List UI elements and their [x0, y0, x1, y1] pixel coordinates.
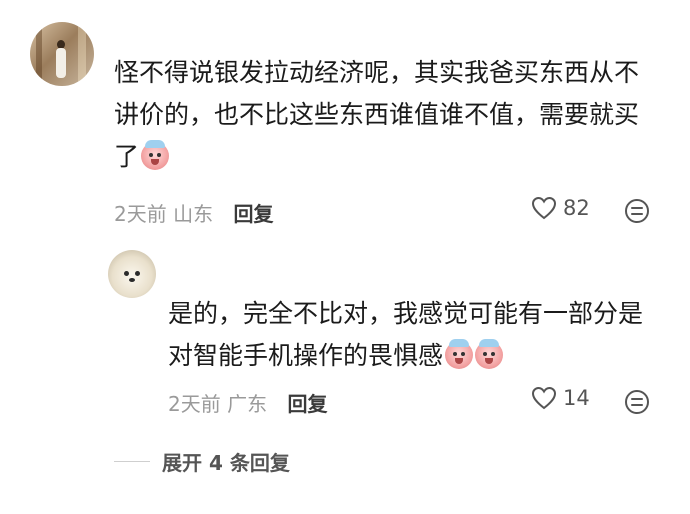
like-button[interactable]: 82 [531, 196, 590, 220]
avatar-photo-detail [129, 278, 135, 282]
divider [114, 461, 150, 462]
reply-location: 广东 [227, 392, 268, 416]
comment-line: 了 [114, 142, 140, 171]
avatar-photo-detail [56, 48, 66, 78]
comment-time: 2天前 [114, 202, 167, 226]
comment-meta: 2天前 山东 回复 [114, 198, 273, 227]
avatar-photo-detail [36, 22, 42, 86]
avatar[interactable] [30, 22, 94, 86]
reply-time: 2天前 [168, 392, 221, 416]
reply-line: 是的，完全不比对，我感觉可能有一部分是 [168, 299, 644, 328]
reply-text: 是的，完全不比对，我感觉可能有一部分是 对智能手机操作的畏惧感 [168, 293, 668, 377]
sweat-baby-emoji-icon [445, 339, 474, 369]
like-count: 82 [563, 196, 590, 220]
expand-replies-button[interactable]: 展开 4 条回复 [114, 447, 290, 476]
reply-like-button[interactable]: 14 [531, 386, 590, 410]
reply-meta: 2天前 广东 回复 [168, 388, 327, 417]
avatar-photo-detail [135, 271, 140, 276]
sweat-baby-emoji-icon [475, 339, 504, 369]
like-count: 14 [563, 386, 590, 410]
reply-options-icon[interactable] [624, 389, 650, 415]
heart-icon [531, 196, 557, 220]
reply-avatar[interactable] [108, 250, 156, 298]
reply-button[interactable]: 回复 [287, 392, 327, 416]
crying-baby-emoji-icon [141, 140, 170, 170]
avatar-photo-detail [78, 22, 86, 86]
avatar-photo-detail [124, 271, 129, 276]
comment-location: 山东 [173, 202, 214, 226]
comment-line: 怪不得说银发拉动经济呢，其实我爸买东西从不 [114, 58, 640, 87]
reply-line: 对智能手机操作的畏惧感 [168, 341, 444, 370]
comment-line: 讲价的，也不比这些东西谁值谁不值，需要就买 [114, 100, 640, 129]
expand-replies-label: 展开 4 条回复 [162, 451, 290, 475]
comment-text: 怪不得说银发拉动经济呢，其实我爸买东西从不 讲价的，也不比这些东西谁值谁不值，需… [114, 52, 674, 178]
reply-button[interactable]: 回复 [233, 202, 273, 226]
comment-options-icon[interactable] [624, 198, 650, 224]
heart-icon [531, 386, 557, 410]
